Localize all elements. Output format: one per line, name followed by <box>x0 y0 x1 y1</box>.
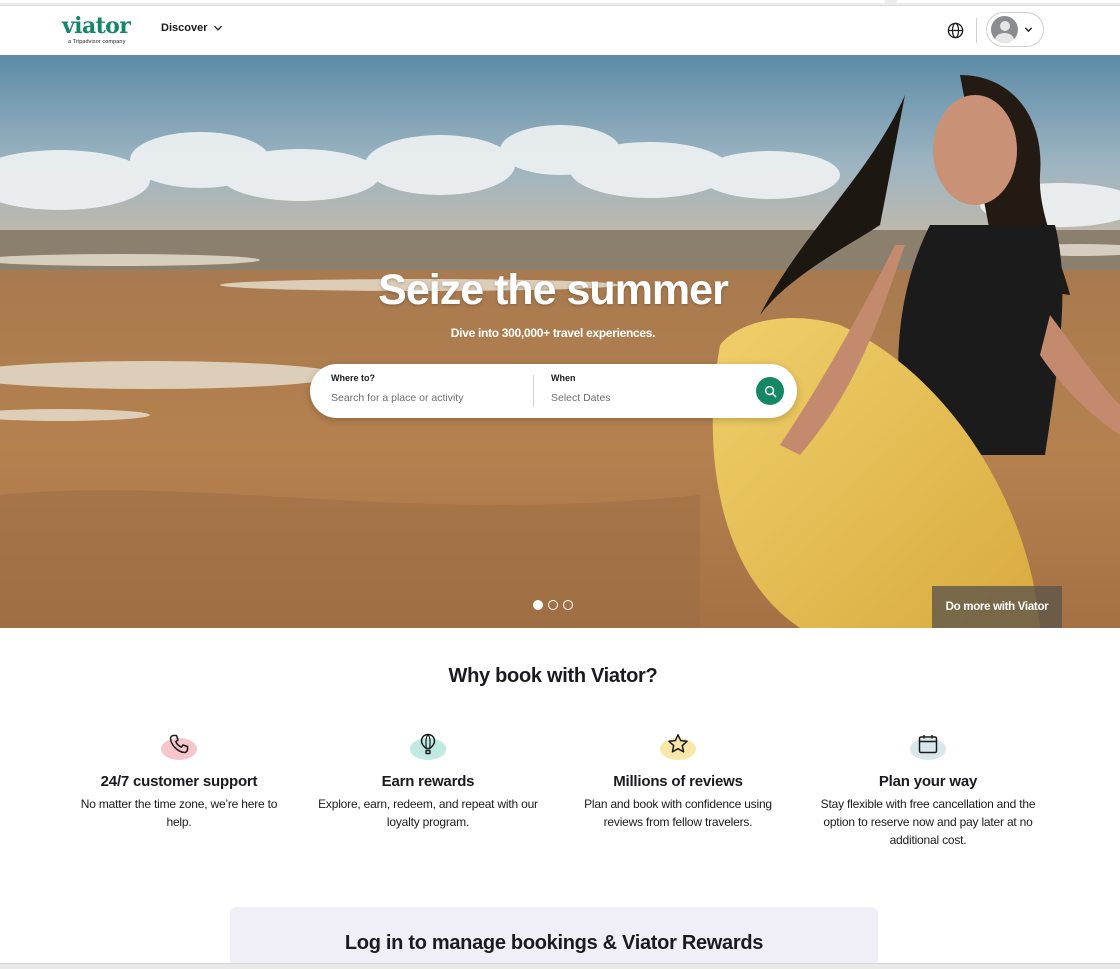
carousel-dots <box>533 600 573 610</box>
carousel-dot[interactable] <box>533 600 543 610</box>
when-label: When <box>551 373 576 383</box>
star-icon <box>668 734 688 753</box>
when-input[interactable] <box>551 392 741 404</box>
header-divider <box>976 18 977 43</box>
globe-icon[interactable] <box>946 21 965 40</box>
feature-icon-wrap <box>658 729 698 763</box>
balloon-icon <box>420 733 436 755</box>
feature-text: Stay flexible with free cancellation and… <box>820 797 1036 847</box>
feature-plan: Plan your way Stay flexible with free ca… <box>818 729 1038 849</box>
profile-menu-button[interactable] <box>986 12 1044 47</box>
hero-subtitle: Dive into 300,000+ travel experiences. <box>450 326 656 340</box>
viator-logo[interactable]: viator a Tripadvisor company <box>62 14 142 50</box>
phone-icon <box>169 734 189 754</box>
why-book-title: Why book with Viator? <box>448 665 658 687</box>
feature-text: Explore, earn, redeem, and repeat with o… <box>318 797 538 829</box>
carousel-dot[interactable] <box>548 600 558 610</box>
logo-wordmark: viator <box>62 13 131 39</box>
discover-menu[interactable]: Discover <box>161 22 223 34</box>
feature-reviews: Millions of reviews Plan and book with c… <box>568 729 788 831</box>
feature-text: Plan and book with confidence using revi… <box>584 797 772 829</box>
feature-title: Earn rewards <box>381 773 475 790</box>
browser-bottom-edge <box>0 963 1120 969</box>
do-more-button[interactable]: Do more with Viator <box>932 586 1062 628</box>
avatar <box>991 16 1018 43</box>
login-panel-title: Log in to manage bookings & Viator Rewar… <box>344 932 764 954</box>
feature-support: 24/7 customer support No matter the time… <box>69 729 289 831</box>
feature-icon-wrap <box>908 729 948 763</box>
feature-title: 24/7 customer support <box>100 773 258 790</box>
carousel-dot[interactable] <box>563 600 573 610</box>
logo-subtext: a Tripadvisor company <box>68 39 126 45</box>
login-panel: Log in to manage bookings & Viator Rewar… <box>230 907 878 969</box>
where-label: Where to? <box>331 373 375 383</box>
hero-title: Seize the summer <box>378 266 729 314</box>
discover-label: Discover <box>161 22 208 34</box>
hero-banner: Seize the summer Dive into 300,000+ trav… <box>0 55 1120 628</box>
site-header: viator a Tripadvisor company Discover <box>0 6 1120 55</box>
search-bar: Where to? When <box>310 364 797 418</box>
feature-rewards: Earn rewards Explore, earn, redeem, and … <box>318 729 538 831</box>
when-field[interactable]: When <box>551 373 741 406</box>
where-input[interactable] <box>331 392 521 404</box>
feature-title: Millions of reviews <box>613 773 743 790</box>
feature-text: No matter the time zone, we’re here to h… <box>80 797 278 829</box>
feature-icon-wrap <box>408 729 448 763</box>
search-icon <box>764 385 776 397</box>
chevron-down-icon <box>1024 27 1033 33</box>
feature-title: Plan your way <box>878 773 978 790</box>
browser-tab-strip-right <box>897 0 1120 3</box>
chevron-down-icon <box>214 25 223 31</box>
where-field[interactable]: Where to? <box>331 373 531 406</box>
search-button[interactable] <box>756 377 784 405</box>
hero-image <box>0 55 1120 628</box>
search-divider <box>533 375 534 407</box>
calendar-icon <box>918 735 938 754</box>
feature-icon-wrap <box>159 729 199 763</box>
browser-tab-strip <box>0 0 885 3</box>
